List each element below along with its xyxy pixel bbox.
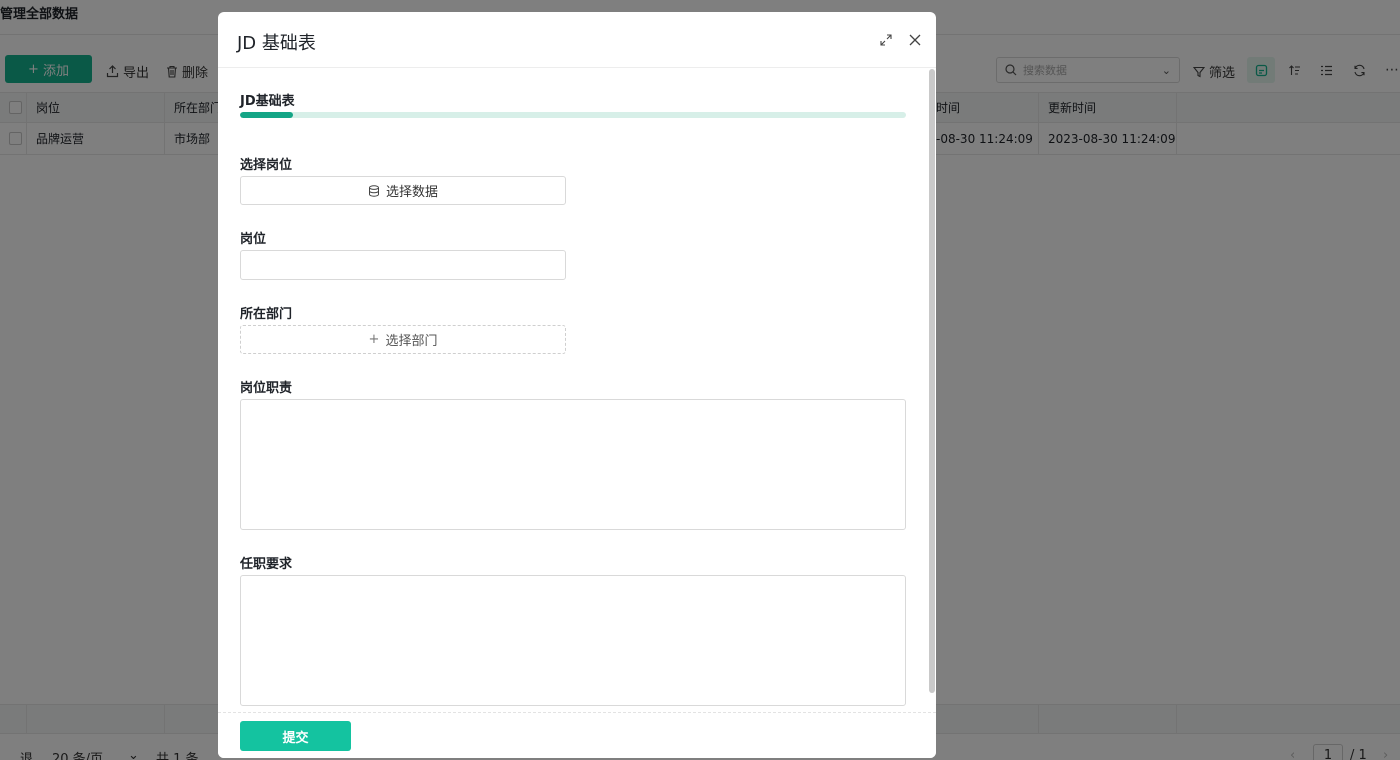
select-department-button[interactable]: + 选择部门	[240, 325, 566, 354]
form-progress-bar	[240, 112, 906, 118]
duties-label: 岗位职责	[240, 381, 293, 396]
department-label: 所在部门	[240, 307, 293, 322]
requirements-field[interactable]	[240, 575, 906, 706]
progress-fill	[240, 112, 294, 118]
duties-textarea[interactable]	[241, 400, 905, 529]
expand-button[interactable]	[876, 30, 896, 50]
dialog-body: JD基础表 选择岗位 选择数据 岗位 所在部门 + 选择部门 岗位职责 任职要求	[218, 69, 936, 712]
duties-field[interactable]	[240, 399, 906, 530]
position-input[interactable]	[241, 251, 565, 279]
select-department-label: 选择部门	[385, 334, 438, 349]
select-position-label: 选择岗位	[240, 158, 293, 173]
form-section-title: JD基础表	[240, 94, 295, 109]
select-data-label: 选择数据	[385, 185, 438, 200]
scrollbar-thumb[interactable]	[929, 69, 935, 693]
jd-form-dialog: JD 基础表 JD基础表 选择岗位 选择数据 岗位 所在部门 + 选择部门 岗位…	[218, 12, 936, 758]
close-icon	[909, 34, 921, 46]
database-icon	[368, 184, 379, 197]
expand-icon	[880, 34, 892, 46]
select-data-button[interactable]: 选择数据	[240, 176, 566, 205]
dialog-scrollbar[interactable]	[928, 69, 936, 697]
submit-button[interactable]: 提交	[240, 721, 351, 751]
requirements-textarea[interactable]	[241, 576, 905, 705]
close-button[interactable]	[905, 30, 925, 50]
dialog-header: JD 基础表	[218, 12, 936, 68]
position-field[interactable]	[240, 250, 566, 280]
plus-icon: +	[368, 332, 380, 347]
requirements-label: 任职要求	[240, 557, 293, 572]
position-label: 岗位	[240, 232, 267, 247]
dialog-footer: 提交	[218, 712, 936, 758]
dialog-title: JD 基础表	[237, 33, 316, 54]
